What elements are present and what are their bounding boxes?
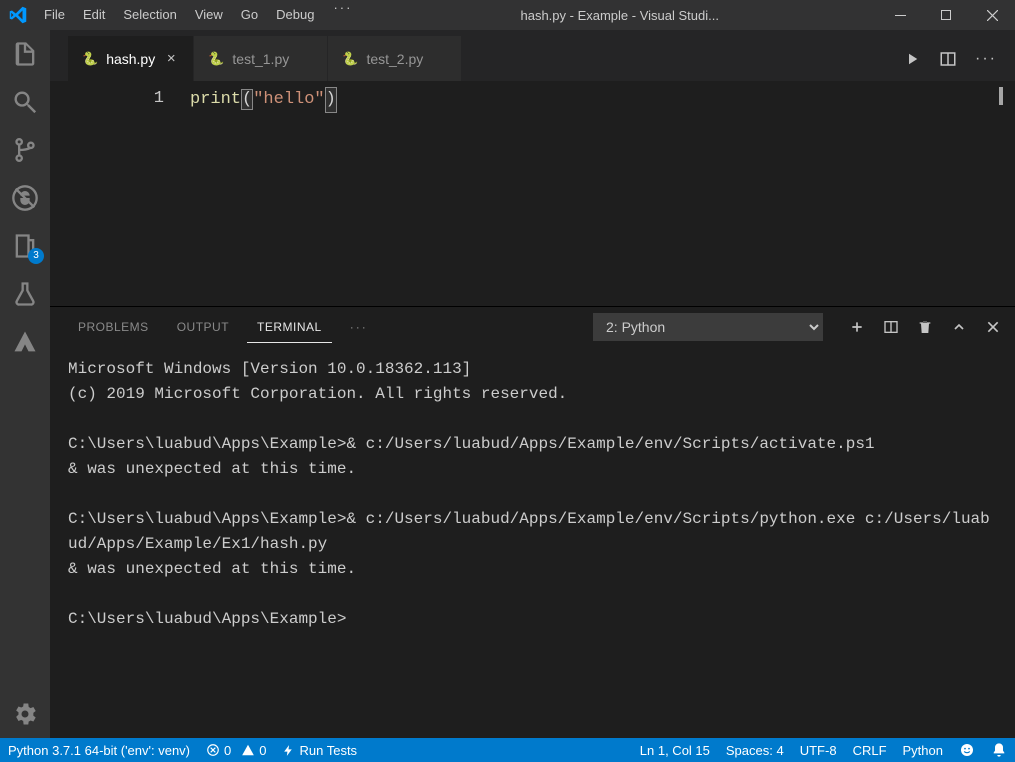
- menu-debug[interactable]: Debug: [267, 0, 323, 30]
- activity-bar: 3: [0, 30, 50, 738]
- status-problems[interactable]: 0 0: [198, 738, 274, 762]
- menu-view[interactable]: View: [186, 0, 232, 30]
- panel-header: PROBLEMS OUTPUT TERMINAL ··· 2: Python: [50, 307, 1015, 347]
- activity-outline[interactable]: 3: [0, 222, 50, 270]
- bottom-panel: PROBLEMS OUTPUT TERMINAL ··· 2: Python M…: [50, 306, 1015, 738]
- maximize-button[interactable]: [923, 0, 969, 30]
- status-notifications-icon[interactable]: [983, 738, 1015, 762]
- tab-test-2-py[interactable]: 🐍 test_2.py ×: [328, 36, 462, 81]
- vscode-logo-icon: [0, 6, 35, 24]
- tab-label: test_2.py: [366, 51, 423, 67]
- activity-explorer[interactable]: [0, 30, 50, 78]
- python-file-icon: 🐍: [208, 51, 224, 67]
- error-count: 0: [224, 743, 231, 758]
- activity-debug[interactable]: [0, 174, 50, 222]
- status-run-tests-label: Run Tests: [299, 743, 357, 758]
- code-token-paren: (: [241, 89, 253, 110]
- title-bar: File Edit Selection View Go Debug ··· ha…: [0, 0, 1015, 30]
- tab-label: hash.py: [106, 51, 155, 67]
- activity-source-control[interactable]: [0, 126, 50, 174]
- code-token-function: print: [190, 90, 241, 109]
- new-terminal-icon[interactable]: [849, 319, 865, 335]
- window-controls: [877, 0, 1015, 30]
- status-bar: Python 3.7.1 64-bit ('env': venv) 0 0 Ru…: [0, 738, 1015, 762]
- run-icon[interactable]: [903, 50, 921, 68]
- activity-azure[interactable]: [0, 318, 50, 366]
- menu-bar: File Edit Selection View Go Debug ···: [35, 0, 362, 30]
- editor-area: 🐍 hash.py × 🐍 test_1.py × 🐍 test_2.py × …: [50, 30, 1015, 738]
- line-number: 1: [50, 81, 190, 306]
- editor-actions: ···: [885, 36, 1015, 81]
- minimize-button[interactable]: [877, 0, 923, 30]
- menu-edit[interactable]: Edit: [74, 0, 114, 30]
- split-terminal-icon[interactable]: [883, 319, 899, 335]
- menu-file[interactable]: File: [35, 0, 74, 30]
- activity-settings[interactable]: [0, 690, 50, 738]
- code-editor[interactable]: 1 print("hello"): [50, 81, 1015, 306]
- status-cursor-position[interactable]: Ln 1, Col 15: [632, 738, 718, 762]
- minimap-marker: [999, 87, 1003, 105]
- tab-test-1-py[interactable]: 🐍 test_1.py ×: [194, 36, 328, 81]
- panel-tab-output[interactable]: OUTPUT: [167, 312, 239, 342]
- lightning-icon: [282, 744, 295, 757]
- python-file-icon: 🐍: [82, 51, 98, 67]
- error-icon: [206, 743, 220, 757]
- tab-close-icon[interactable]: ×: [163, 50, 179, 67]
- editor-tabs: 🐍 hash.py × 🐍 test_1.py × 🐍 test_2.py × …: [50, 30, 1015, 81]
- code-content[interactable]: print("hello"): [190, 81, 1015, 306]
- status-indentation[interactable]: Spaces: 4: [718, 738, 792, 762]
- status-feedback-icon[interactable]: [951, 738, 983, 762]
- close-button[interactable]: [969, 0, 1015, 30]
- code-token-paren: ): [325, 87, 337, 113]
- menu-go[interactable]: Go: [232, 0, 267, 30]
- panel-tab-overflow-icon[interactable]: ···: [340, 312, 378, 342]
- terminal-selector[interactable]: 2: Python: [593, 313, 823, 341]
- status-language[interactable]: Python: [895, 738, 951, 762]
- maximize-panel-icon[interactable]: [951, 319, 967, 335]
- activity-search[interactable]: [0, 78, 50, 126]
- close-panel-icon[interactable]: [985, 319, 1001, 335]
- menu-selection[interactable]: Selection: [114, 0, 185, 30]
- panel-tab-terminal[interactable]: TERMINAL: [247, 312, 332, 343]
- split-editor-icon[interactable]: [939, 50, 957, 68]
- code-token-string: "hello": [253, 90, 324, 109]
- status-run-tests[interactable]: Run Tests: [274, 738, 365, 762]
- menu-overflow-icon[interactable]: ···: [323, 0, 362, 30]
- warning-icon: [241, 743, 255, 757]
- warning-count: 0: [259, 743, 266, 758]
- window-title: hash.py - Example - Visual Studi...: [362, 8, 877, 23]
- status-encoding[interactable]: UTF-8: [792, 738, 845, 762]
- status-eol[interactable]: CRLF: [845, 738, 895, 762]
- activity-badge: 3: [28, 248, 44, 264]
- python-file-icon: 🐍: [342, 51, 358, 67]
- more-actions-icon[interactable]: ···: [975, 50, 997, 68]
- panel-tab-problems[interactable]: PROBLEMS: [68, 312, 159, 342]
- status-python-interpreter[interactable]: Python 3.7.1 64-bit ('env': venv): [0, 738, 198, 762]
- tab-hash-py[interactable]: 🐍 hash.py ×: [68, 36, 194, 81]
- kill-terminal-icon[interactable]: [917, 319, 933, 335]
- activity-test[interactable]: [0, 270, 50, 318]
- terminal-output[interactable]: Microsoft Windows [Version 10.0.18362.11…: [50, 347, 1015, 738]
- tab-label: test_1.py: [232, 51, 289, 67]
